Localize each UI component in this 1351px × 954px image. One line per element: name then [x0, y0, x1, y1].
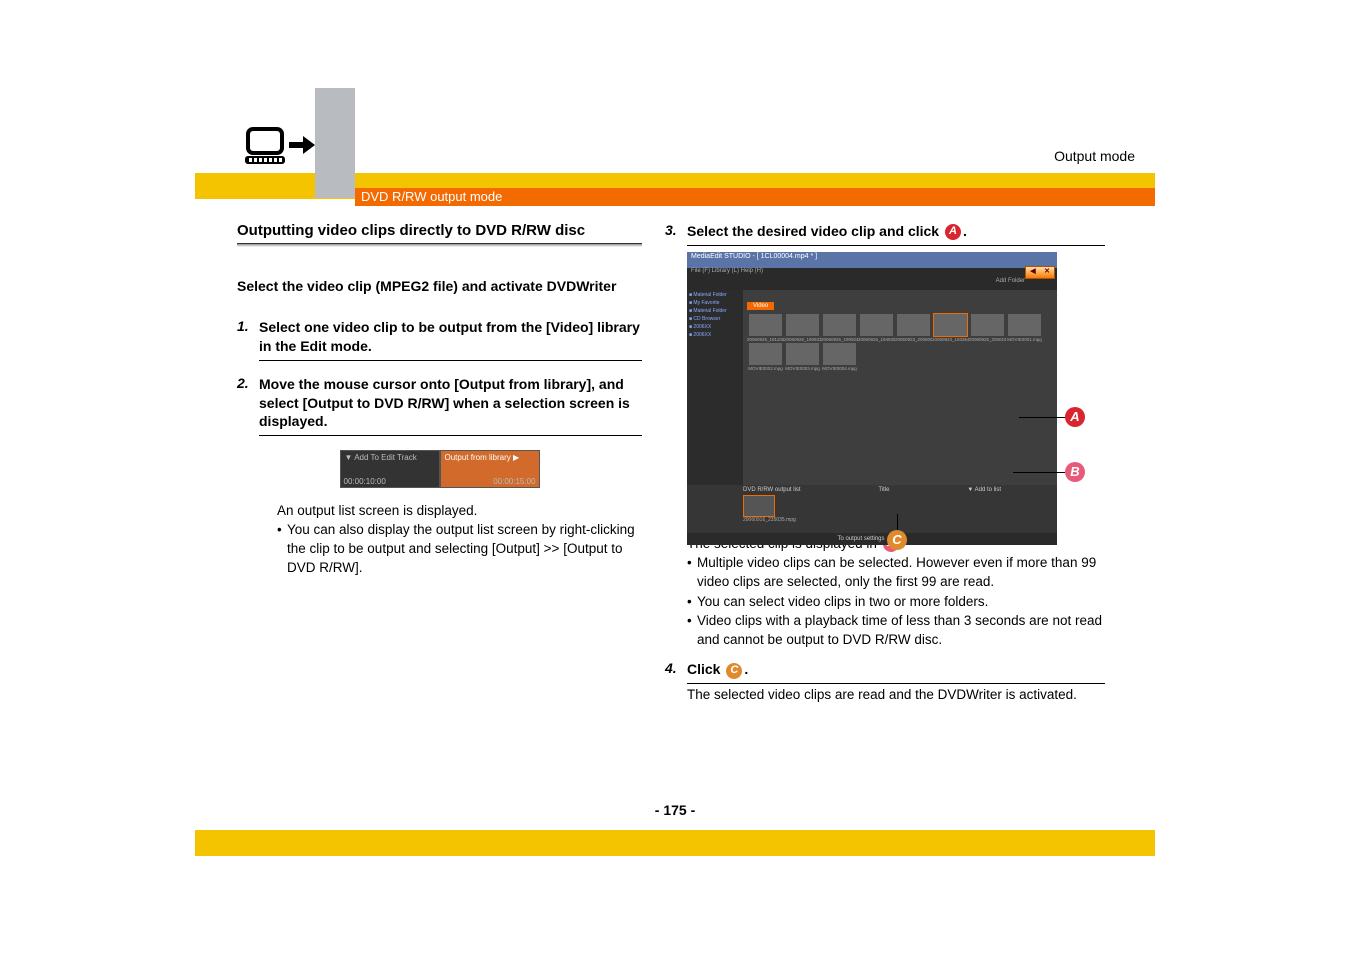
ss-side-item: ■ 2006XX: [689, 324, 741, 330]
step3-pre: Select the desired video clip and click: [687, 223, 943, 239]
ss-topbar: Add Folder: [687, 278, 1057, 290]
grey-accent-block: [315, 88, 355, 198]
step4-sub: The selected video clips are read and th…: [687, 686, 1105, 705]
bullet-dot: •: [687, 554, 697, 592]
computer-export-icon: [245, 126, 315, 174]
ss-footer: To output settings Close: [687, 533, 1057, 545]
app-screenshot: MediaEdit STUDIO - [ 1CL00004.mp4 * ] Fi…: [687, 252, 1057, 527]
ss-thumb-label: MOVIE0002.mpg: [747, 366, 784, 371]
ss-output-add: ▼ Add to list: [967, 487, 1001, 493]
bullet-dot: •: [277, 521, 287, 578]
step-num-4: 4.: [665, 660, 687, 679]
callout-C: C: [887, 530, 907, 550]
callout-B: B: [1065, 462, 1085, 482]
step4-post: .: [744, 661, 748, 677]
ss-main: Video 20060926_191105.mpg 20060926_19093…: [743, 290, 1057, 485]
subtitle-rule: [237, 243, 642, 247]
ss-side-item: ■ CD Browser: [689, 316, 741, 322]
bullet-dot: •: [687, 612, 697, 650]
ss-thumb-label: 20060923_193354.mpg: [932, 337, 969, 342]
bullet-multiple: Multiple video clips can be selected. Ho…: [697, 554, 1105, 592]
step-2-rule: [259, 435, 642, 436]
mode-label: Output mode: [1054, 148, 1135, 164]
bullet-folders: You can select video clips in two or mor…: [697, 593, 1105, 612]
right-column: 3. Select the desired video clip and cli…: [665, 222, 1105, 705]
ss-thumb-label: MOVIE0001.mpg: [1006, 337, 1043, 342]
ss-thumb: [786, 314, 819, 336]
ss-thumb-selected: [934, 314, 967, 336]
step3-post: .: [963, 223, 967, 239]
step-1: 1. Select one video clip to be output fr…: [237, 318, 642, 356]
note-right-click: You can also display the output list scr…: [287, 521, 642, 578]
ss-output-item-label: 20060916_235035.mpg: [743, 517, 1001, 523]
callout-C-inline: C: [726, 663, 742, 679]
ss-thumb: [786, 343, 819, 365]
ss-thumb-label: MOVIE0003.mpg: [784, 366, 821, 371]
step-2-text: Move the mouse cursor onto [Output from …: [259, 375, 642, 432]
ss-side-item: ■ Material Folder: [689, 292, 741, 298]
bullet-3sec: Video clips with a playback time of less…: [697, 612, 1105, 650]
lead-text: Select the video clip (MPEG2 file) and a…: [237, 277, 642, 296]
step-num-3: 3.: [665, 222, 687, 241]
ss-thumb: [971, 314, 1004, 336]
mini-screenshot: ▼ Add To Edit Track Output from library …: [340, 450, 540, 488]
ss-thumb-label: 20060925_205019.mpg: [969, 337, 1006, 342]
ss-thumb: [823, 314, 856, 336]
ss-output-thumb: [743, 495, 775, 517]
callout-B-line: [1013, 472, 1065, 473]
ss-thumb: [749, 314, 782, 336]
step-1-rule: [259, 360, 642, 361]
left-subtitle: Outputting video clips directly to DVD R…: [237, 222, 642, 239]
page-number: - 175 -: [195, 802, 1155, 818]
callout-A-inline: A: [945, 224, 961, 240]
step-4-rule: [687, 683, 1105, 684]
step-num-1: 1.: [237, 318, 259, 356]
ss-thumb: [1008, 314, 1041, 336]
ss-thumb: [823, 343, 856, 365]
bottom-yellow-band: [195, 830, 1155, 856]
ss-side-item: ■ Material Folder: [689, 308, 741, 314]
step-3: 3. Select the desired video clip and cli…: [665, 222, 1105, 241]
ss-add-folder: Add Folder: [996, 278, 1025, 284]
step-4: 4. Click C.: [665, 660, 1105, 679]
ss-output-title: DVD R/RW output list: [743, 487, 801, 493]
mini-time-right: 00:00:15:00: [493, 477, 535, 486]
ss-side-item: ■ 2006XX: [689, 332, 741, 338]
ss-sidebar: ■ Material Folder ■ My Favorite ■ Materi…: [687, 290, 743, 485]
left-column: Outputting video clips directly to DVD R…: [237, 222, 642, 579]
ss-side-item: ■ My Favorite: [689, 300, 741, 306]
ss-thumb-label: 20060926_194935.mpg: [858, 337, 895, 342]
callout-C-line: [897, 514, 898, 530]
ss-thumb: [897, 314, 930, 336]
ss-thumb: [749, 343, 782, 365]
ss-menubar: File (F) Library (L) Help (H): [687, 268, 1057, 278]
ss-titlebar: MediaEdit STUDIO - [ 1CL00004.mp4 * ]: [687, 252, 1057, 268]
step-1-text: Select one video clip to be output from …: [259, 318, 642, 356]
ss-thumb-row: 20060926_191105.mpg 20060926_190933.mpg …: [747, 313, 1053, 371]
callout-A: A: [1065, 407, 1085, 427]
note-output-list: An output list screen is displayed.: [277, 502, 642, 521]
section-title-band: DVD R/RW output mode: [355, 188, 1155, 206]
step-4-text: Click C.: [687, 660, 1105, 679]
ss-thumb-label: 20060923_200500.mpg: [895, 337, 932, 342]
ss-footer-left: To output settings: [837, 536, 884, 542]
window-controls: ◀✕: [1025, 266, 1055, 279]
step-num-2: 2.: [237, 375, 259, 432]
step-3-rule: [687, 245, 1105, 246]
step-2: 2. Move the mouse cursor onto [Output fr…: [237, 375, 642, 432]
callout-A-line: [1019, 417, 1065, 418]
ss-output-col: Title: [878, 487, 889, 493]
ss-thumb: [860, 314, 893, 336]
step4-pre: Click: [687, 661, 724, 677]
mini-time-left: 00:00:10:00: [344, 477, 386, 486]
ss-output-panel: DVD R/RW output list Title ▼ Add to list…: [687, 485, 1057, 533]
ss-thumb-label: MOVIE0004.mpg: [821, 366, 858, 371]
step-3-text: Select the desired video clip and click …: [687, 222, 1105, 241]
ss-video-tab: Video: [747, 302, 774, 310]
bullet-dot: •: [687, 593, 697, 612]
